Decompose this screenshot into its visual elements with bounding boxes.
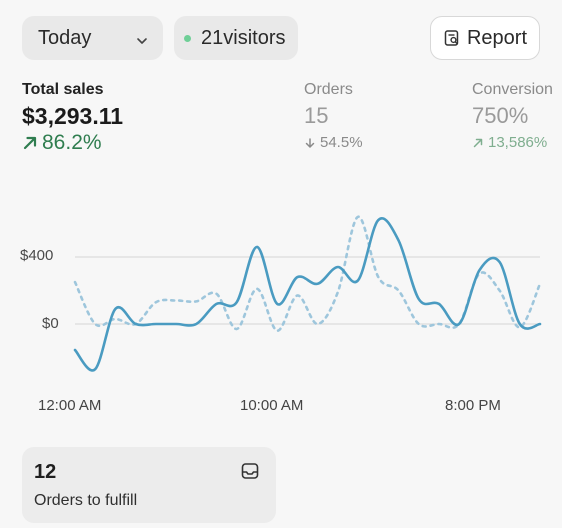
x-tick-label: 8:00 PM [445, 397, 501, 414]
visitors-count: 21visitors [201, 26, 286, 49]
live-status-dot [184, 34, 191, 42]
arrow-up-right-icon [473, 138, 483, 148]
orders-to-fulfill-card[interactable]: 12 Orders to fulfill [22, 447, 276, 523]
total-sales-value: $3,293.11 [22, 103, 124, 129]
inbox-tray-icon [240, 461, 260, 486]
live-visitors-badge[interactable]: 21visitors [174, 16, 298, 60]
orders-to-fulfill-count: 12 [34, 461, 57, 483]
report-label: Report [466, 26, 527, 49]
x-tick-label: 10:00 AM [240, 397, 304, 414]
sales-line-chart [73, 215, 542, 372]
analytics-page: Today 21visitors Report Total sales $3,2… [0, 0, 562, 528]
orders-label: Orders [304, 81, 353, 98]
conversion-value: 750% [472, 103, 529, 128]
report-search-icon [444, 30, 459, 46]
total-sales-label: Total sales [22, 81, 104, 98]
chevron-down-icon [135, 31, 149, 45]
sales-chart: $400 $0 12:00 AM 10:00 AM 8:00 PM [0, 180, 562, 420]
total-sales-delta: 86.2% [22, 132, 123, 154]
total-sales-delta-value: 86.2% [42, 131, 102, 154]
conversion-metric[interactable]: Conversion 750% 13,586% [472, 80, 553, 154]
arrow-down-icon [305, 138, 315, 148]
metrics-row: Total sales $3,293.11 86.2% Orders 15 54… [22, 80, 562, 160]
report-button[interactable]: Report [430, 16, 540, 60]
orders-value: 15 [304, 103, 329, 128]
current-series-line [73, 217, 542, 372]
orders-delta-value: 54.5% [320, 134, 363, 151]
date-range-select[interactable]: Today [22, 16, 163, 60]
conversion-delta-value: 13,586% [488, 134, 548, 151]
x-tick-label: 12:00 AM [38, 397, 102, 414]
arrow-up-right-icon [23, 136, 37, 150]
orders-to-fulfill-label: Orders to fulfill [34, 492, 138, 509]
top-bar: Today 21visitors Report [22, 16, 540, 62]
y-tick-label: $0 [42, 315, 59, 332]
date-range-value: Today [38, 26, 92, 49]
y-tick-label: $400 [20, 247, 54, 264]
orders-metric[interactable]: Orders 15 54.5% [304, 80, 363, 154]
comparison-series-line [73, 215, 542, 332]
conversion-delta: 13,586% [472, 132, 553, 154]
total-sales-metric[interactable]: Total sales $3,293.11 86.2% [22, 80, 123, 154]
conversion-label: Conversion [472, 81, 553, 98]
orders-delta: 54.5% [304, 132, 363, 154]
